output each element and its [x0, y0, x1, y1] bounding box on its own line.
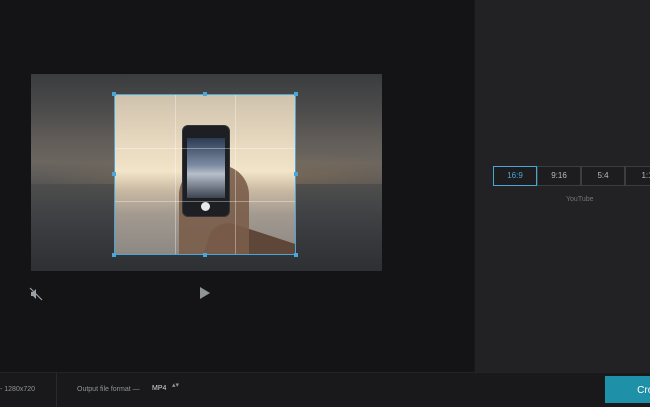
crop-handle-left[interactable] [112, 172, 116, 176]
crop-grid-line [115, 200, 295, 202]
crop-area[interactable] [114, 94, 296, 255]
crop-grid-line [174, 95, 176, 254]
ratio-5-4-button[interactable]: 5:4 [581, 166, 625, 186]
ratio-preset-label: YouTube [566, 196, 594, 203]
crop-handle-bottom[interactable] [203, 253, 207, 257]
resolution-label: - 1280x720 [0, 386, 36, 393]
phone [182, 125, 230, 217]
crop-handle-top-right[interactable] [294, 92, 298, 96]
ratio-16-9-button[interactable]: 16:9 [493, 166, 537, 186]
crop-handle-bottom-right[interactable] [294, 253, 298, 257]
video-frame [31, 74, 382, 271]
format-stepper-icon[interactable]: ▴▾ [172, 382, 179, 389]
play-icon[interactable] [200, 287, 210, 299]
speaker-muted-icon[interactable] [29, 287, 43, 301]
output-format-select[interactable]: MP4 [152, 385, 166, 392]
divider [56, 373, 57, 407]
ratio-9-16-button[interactable]: 9:16 [537, 166, 581, 186]
crop-button[interactable]: Crop [605, 376, 650, 403]
crop-handle-right[interactable] [294, 172, 298, 176]
settings-pane: 16:9 9:16 5:4 1:1 YouTube [474, 0, 650, 372]
phone-shutter [201, 202, 210, 211]
crop-handle-top-left[interactable] [112, 92, 116, 96]
aspect-ratio-group: 16:9 9:16 5:4 1:1 [493, 166, 650, 186]
crop-handle-bottom-left[interactable] [112, 253, 116, 257]
crop-grid-line [234, 95, 236, 254]
preview-pane [0, 0, 474, 372]
crop-grid-line [115, 147, 295, 149]
crop-handle-top[interactable] [203, 92, 207, 96]
output-format-label: Output file format — [77, 386, 140, 393]
ratio-1-1-button[interactable]: 1:1 [625, 166, 650, 186]
bottom-bar: - 1280x720 Output file format — MP4 ▴▾ C… [0, 372, 650, 407]
